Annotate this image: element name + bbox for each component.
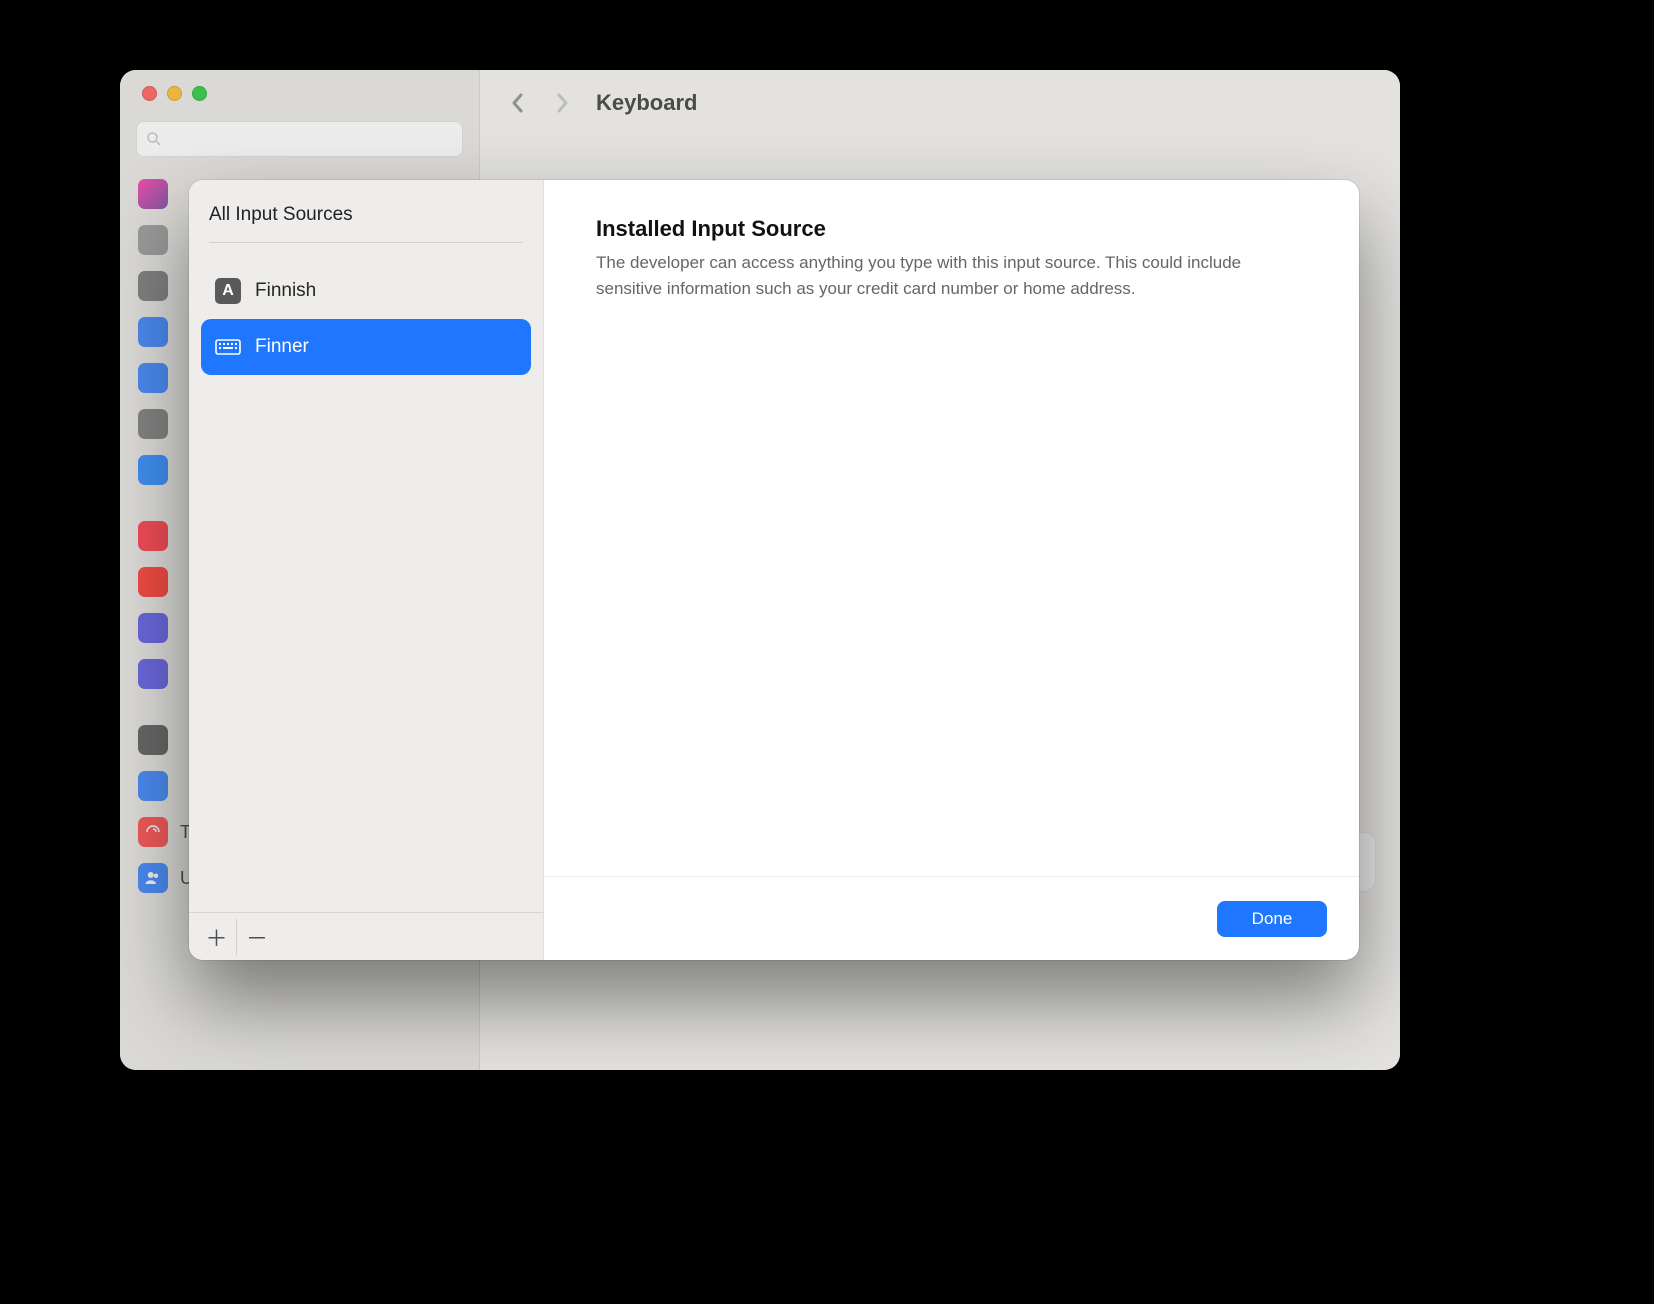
titlebar: Keyboard: [480, 70, 1400, 136]
add-source-button[interactable]: ＋: [197, 919, 237, 955]
users-icon: [138, 863, 168, 893]
chevron-right-icon: [554, 91, 570, 115]
sheet-footer: Done: [544, 876, 1359, 960]
page-title: Keyboard: [596, 90, 697, 116]
input-source-finner[interactable]: Finner: [201, 319, 531, 375]
lock-icon: [138, 725, 168, 755]
desktop-dock-icon: [138, 271, 168, 301]
focus-icon: [138, 613, 168, 643]
input-source-finnish[interactable]: A Finnish: [201, 263, 531, 319]
search-input[interactable]: [136, 121, 463, 157]
letter-a-icon: A: [215, 278, 241, 304]
chevron-left-icon: [510, 91, 526, 115]
spotlight-icon: [138, 409, 168, 439]
sheet-sidebar-footer: ＋ －: [189, 912, 543, 960]
zoom-button[interactable]: [192, 86, 207, 101]
minus-icon: －: [246, 921, 268, 953]
minimize-button[interactable]: [167, 86, 182, 101]
screen-time-icon: [138, 659, 168, 689]
siri-icon: [138, 455, 168, 485]
back-button[interactable]: [500, 85, 536, 121]
sheet-main: Installed Input Source The developer can…: [544, 180, 1359, 960]
notifications-icon: [138, 521, 168, 551]
window-controls: [120, 70, 479, 101]
displays-icon: [138, 317, 168, 347]
input-sources-sheet: All Input Sources A Finnish Finner ＋ －: [189, 180, 1359, 960]
sheet-sidebar-title: All Input Sources: [189, 180, 543, 242]
close-button[interactable]: [142, 86, 157, 101]
input-source-label: Finnish: [255, 280, 316, 302]
input-source-list: A Finnish Finner: [189, 255, 543, 912]
detail-body: The developer can access anything you ty…: [596, 250, 1296, 301]
fingerprint-icon: [138, 817, 168, 847]
done-button[interactable]: Done: [1217, 901, 1327, 937]
sheet-content: Installed Input Source The developer can…: [544, 180, 1359, 876]
detail-title: Installed Input Source: [596, 216, 1307, 242]
privacy-icon: [138, 771, 168, 801]
forward-button[interactable]: [544, 85, 580, 121]
remove-source-button[interactable]: －: [237, 919, 277, 955]
plus-icon: ＋: [205, 921, 227, 953]
input-source-label: Finner: [255, 336, 309, 358]
sidebar-icon: [138, 179, 168, 209]
sheet-sidebar: All Input Sources A Finnish Finner ＋ －: [189, 180, 544, 960]
sound-icon: [138, 567, 168, 597]
wallpaper-icon: [138, 363, 168, 393]
divider: [209, 242, 523, 243]
control-center-icon: [138, 225, 168, 255]
search-icon: [145, 130, 163, 148]
keyboard-icon: [215, 337, 241, 357]
